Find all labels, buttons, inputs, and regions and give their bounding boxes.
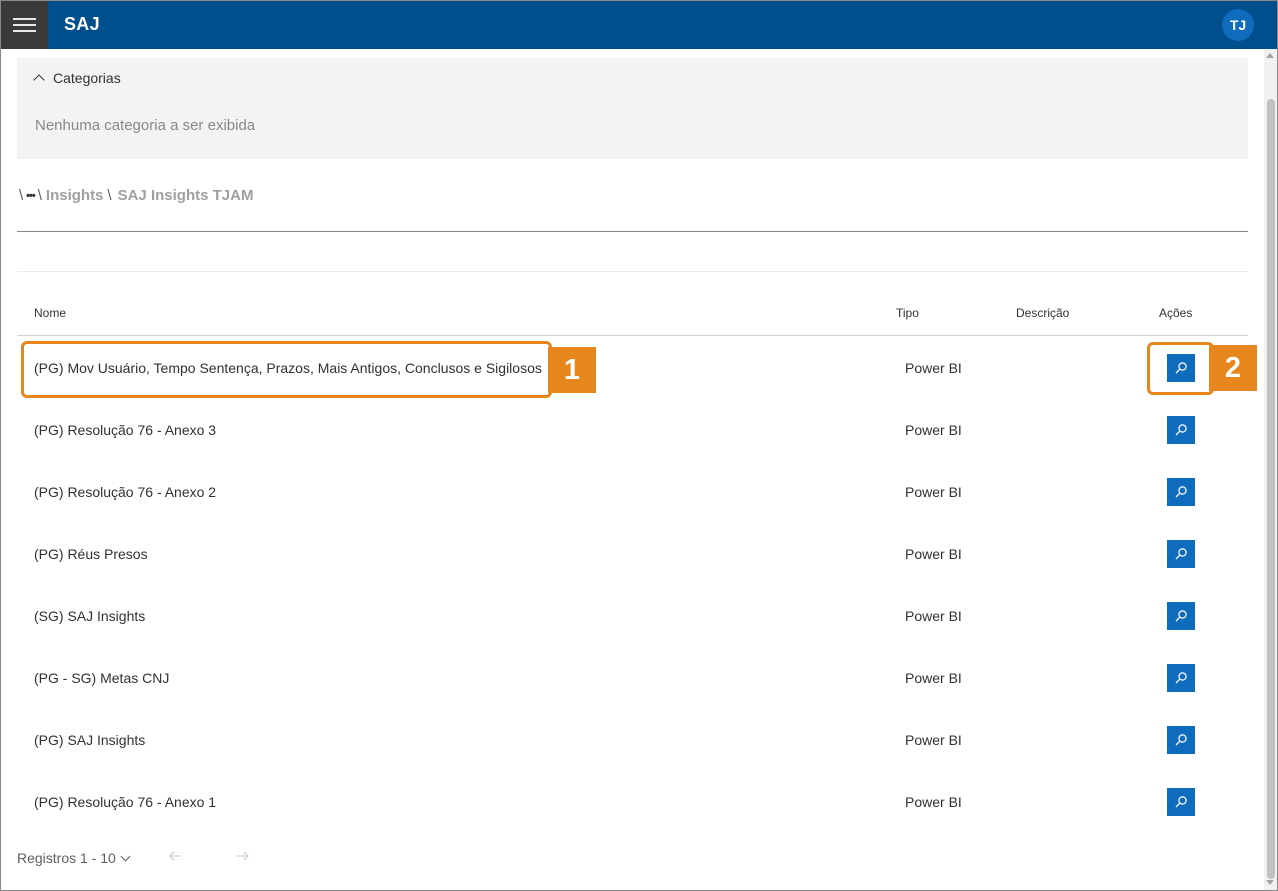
report-name[interactable]: (PG - SG) Metas CNJ	[34, 670, 169, 686]
categories-empty-message: Nenhuma categoria a ser exibida	[35, 117, 256, 134]
view-report-button[interactable]	[1167, 602, 1195, 630]
header-divider	[17, 335, 1248, 336]
report-type: Power BI	[905, 608, 962, 624]
scroll-down-arrow[interactable]	[1266, 880, 1274, 885]
table-row[interactable]: (PG) Resolução 76 - Anexo 3 Power BI	[17, 399, 1248, 461]
search-icon	[1175, 734, 1187, 746]
app-title: SAJ	[64, 14, 100, 34]
table-row[interactable]: (PG) Resolução 76 - Anexo 1 Power BI	[17, 771, 1248, 833]
report-type: Power BI	[905, 546, 962, 562]
menu-line	[13, 30, 36, 32]
column-header-description[interactable]: Descrição	[1016, 306, 1069, 320]
divider	[17, 231, 1248, 232]
report-name[interactable]: (SG) SAJ Insights	[34, 608, 145, 624]
table-row[interactable]: (SG) SAJ Insights Power BI	[17, 585, 1248, 647]
breadcrumb: \ ••• \ Insights \ SAJ Insights TJAM	[17, 187, 253, 204]
search-icon	[1175, 796, 1187, 808]
table-row[interactable]: (PG) Réus Presos Power BI	[17, 523, 1248, 585]
user-avatar[interactable]: TJ	[1222, 9, 1254, 41]
search-icon	[1175, 672, 1187, 684]
view-report-button[interactable]	[1167, 726, 1195, 754]
view-report-button[interactable]	[1167, 478, 1195, 506]
report-name[interactable]: (PG) Resolução 76 - Anexo 3	[34, 422, 216, 438]
table-row[interactable]: (PG) Resolução 76 - Anexo 2 Power BI	[17, 461, 1248, 523]
highlight-report-name	[21, 341, 552, 398]
search-icon	[1175, 486, 1187, 498]
breadcrumb-separator: \	[37, 187, 42, 204]
column-header-type[interactable]: Tipo	[896, 306, 919, 320]
search-icon	[1175, 548, 1187, 560]
view-report-button[interactable]	[1167, 788, 1195, 816]
highlight-action-button	[1147, 342, 1214, 395]
report-type: Power BI	[905, 422, 962, 438]
next-page-arrow-icon[interactable]	[235, 848, 251, 864]
view-report-button[interactable]	[1167, 416, 1195, 444]
chevron-down-icon[interactable]	[120, 851, 131, 861]
categories-panel: Categorias Nenhuma categoria a ser exibi…	[17, 58, 1248, 159]
report-name[interactable]: (PG) SAJ Insights	[34, 732, 145, 748]
report-name[interactable]: (PG) Réus Presos	[34, 546, 148, 562]
view-report-button[interactable]	[1167, 540, 1195, 568]
report-type: Power BI	[905, 484, 962, 500]
search-icon	[1175, 610, 1187, 622]
menu-line	[13, 24, 36, 26]
view-report-button[interactable]	[1167, 664, 1195, 692]
report-type: Power BI	[905, 670, 962, 686]
divider	[17, 271, 1248, 272]
report-type: Power BI	[905, 732, 962, 748]
report-name[interactable]: (PG) Resolução 76 - Anexo 1	[34, 794, 216, 810]
scroll-thumb[interactable]	[1267, 99, 1275, 879]
column-header-name[interactable]: Nome	[34, 306, 66, 320]
hamburger-menu-button[interactable]	[1, 1, 48, 49]
chevron-up-icon	[33, 74, 45, 86]
vertical-scrollbar[interactable]	[1264, 49, 1277, 890]
callout-2: 2	[1209, 345, 1257, 391]
categories-title: Categorias	[53, 70, 121, 86]
menu-line	[13, 18, 36, 20]
categories-toggle[interactable]: Categorias	[33, 70, 121, 86]
app-window: SAJ TJ Categorias Nenhuma categoria a se…	[0, 0, 1278, 891]
report-name[interactable]: (PG) Resolução 76 - Anexo 2	[34, 484, 216, 500]
report-type: Power BI	[905, 794, 962, 810]
report-type: Power BI	[905, 360, 962, 376]
search-icon	[1175, 424, 1187, 436]
breadcrumb-separator: \	[19, 187, 24, 204]
table-row[interactable]: (PG) SAJ Insights Power BI	[17, 709, 1248, 771]
callout-1: 1	[548, 347, 596, 393]
breadcrumb-overflow[interactable]: •••	[26, 190, 36, 202]
pagination: Registros 1 - 10	[17, 850, 131, 866]
records-label: Registros 1 - 10	[17, 850, 116, 866]
column-header-actions: Ações	[1159, 306, 1193, 320]
breadcrumb-current: SAJ Insights TJAM	[117, 187, 254, 204]
previous-page-arrow-icon[interactable]	[167, 848, 183, 864]
scroll-up-arrow[interactable]	[1266, 53, 1274, 58]
breadcrumb-item-insights[interactable]: Insights	[46, 187, 104, 204]
top-bar: SAJ TJ	[1, 1, 1277, 49]
breadcrumb-separator: \	[107, 187, 112, 204]
table-row[interactable]: (PG - SG) Metas CNJ Power BI	[17, 647, 1248, 709]
